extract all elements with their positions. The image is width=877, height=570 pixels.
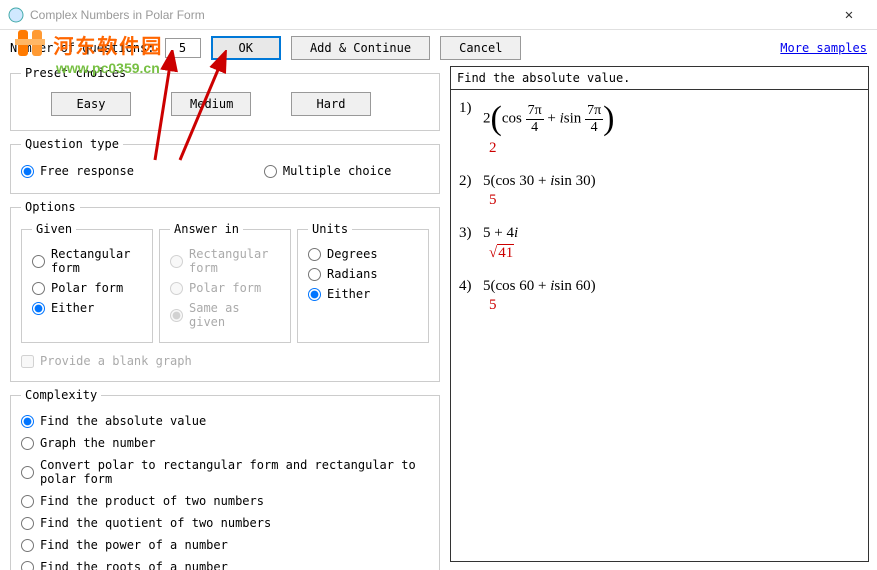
complexity-radio-3[interactable]: Find the product of two numbers — [21, 490, 429, 512]
num-questions-input[interactable] — [165, 38, 201, 58]
toolbar: Number of questions: OK Add & Continue C… — [0, 30, 877, 66]
preset-legend: Preset choices — [21, 66, 130, 80]
ok-button[interactable]: OK — [211, 36, 281, 60]
given-polar-radio[interactable]: Polar form — [32, 278, 142, 298]
preview-panel: Find the absolute value. 1)2(cos 7π4 + i… — [450, 66, 877, 570]
more-samples-link[interactable]: More samples — [780, 41, 867, 55]
preview-question: 4)5(cos 60 + isin 60)5 — [459, 278, 860, 314]
complexity-radio-0[interactable]: Find the absolute value — [21, 410, 429, 432]
left-panel: Preset choices Easy Medium Hard Question… — [0, 66, 450, 570]
units-group: Units Degrees Radians Either — [297, 222, 429, 343]
complexity-group: Complexity Find the absolute valueGraph … — [10, 388, 440, 570]
preview-body: 1)2(cos 7π4 + isin 7π4)2 2)5(cos 30 + isi… — [450, 90, 869, 562]
units-deg-radio[interactable]: Degrees — [308, 244, 418, 264]
hard-button[interactable]: Hard — [291, 92, 371, 116]
num-questions-label: Number of questions: — [10, 41, 155, 55]
units-rad-radio[interactable]: Radians — [308, 264, 418, 284]
options-group: Options Given Rectangular form Polar for… — [10, 200, 440, 382]
preview-question: 1)2(cos 7π4 + isin 7π4)2 — [459, 100, 860, 157]
add-continue-button[interactable]: Add & Continue — [291, 36, 430, 60]
answer-in-group: Answer in Rectangular form Polar form Sa… — [159, 222, 291, 343]
easy-button[interactable]: Easy — [51, 92, 131, 116]
preview-question: 3)5 + 4i41 — [459, 225, 860, 262]
given-either-radio[interactable]: Either — [32, 298, 142, 318]
question-type-group: Question type Free response Multiple cho… — [10, 137, 440, 194]
ans-rect-radio: Rectangular form — [170, 244, 280, 278]
ans-same-radio: Same as given — [170, 298, 280, 332]
app-icon — [8, 7, 24, 23]
blank-graph-checkbox[interactable]: Provide a blank graph — [21, 351, 429, 371]
cancel-button[interactable]: Cancel — [440, 36, 521, 60]
complexity-radio-1[interactable]: Graph the number — [21, 432, 429, 454]
complexity-radio-2[interactable]: Convert polar to rectangular form and re… — [21, 454, 429, 490]
preset-choices-group: Preset choices Easy Medium Hard — [10, 66, 440, 131]
multiple-choice-radio[interactable]: Multiple choice — [264, 161, 391, 181]
free-response-radio[interactable]: Free response — [21, 161, 134, 181]
close-button[interactable]: ✕ — [829, 7, 869, 23]
ans-polar-radio: Polar form — [170, 278, 280, 298]
given-rect-radio[interactable]: Rectangular form — [32, 244, 142, 278]
title-bar: Complex Numbers in Polar Form ✕ — [0, 0, 877, 30]
medium-button[interactable]: Medium — [171, 92, 251, 116]
qtype-legend: Question type — [21, 137, 123, 151]
units-either-radio[interactable]: Either — [308, 284, 418, 304]
preview-question: 2)5(cos 30 + isin 30)5 — [459, 173, 860, 209]
complexity-radio-4[interactable]: Find the quotient of two numbers — [21, 512, 429, 534]
complexity-radio-6[interactable]: Find the roots of a number — [21, 556, 429, 570]
complexity-legend: Complexity — [21, 388, 101, 402]
window-title: Complex Numbers in Polar Form — [30, 8, 829, 22]
options-legend: Options — [21, 200, 80, 214]
complexity-radio-5[interactable]: Find the power of a number — [21, 534, 429, 556]
preview-header: Find the absolute value. — [450, 66, 869, 90]
given-group: Given Rectangular form Polar form Either — [21, 222, 153, 343]
